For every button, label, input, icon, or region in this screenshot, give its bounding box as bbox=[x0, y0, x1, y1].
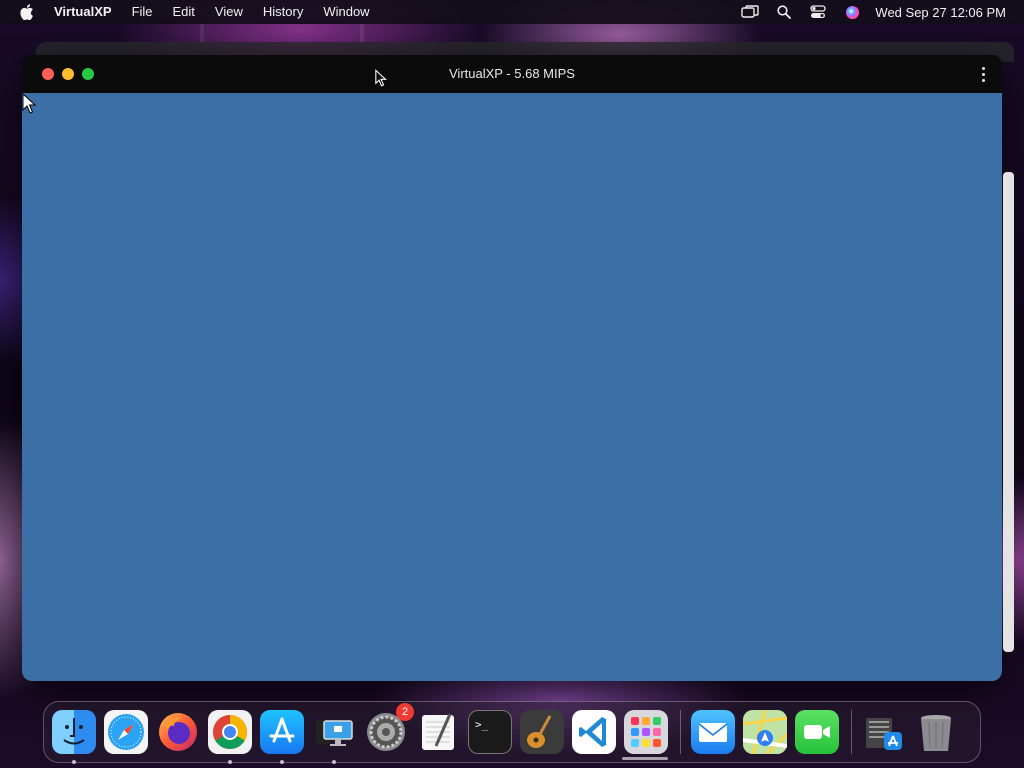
mail-icon[interactable] bbox=[691, 710, 735, 754]
window-title: VirtualXP - 5.68 MIPS bbox=[449, 66, 575, 81]
screen-mirroring-icon[interactable] bbox=[733, 0, 767, 24]
remote-desktop-icon[interactable] bbox=[312, 710, 356, 764]
finder-icon[interactable] bbox=[52, 710, 96, 764]
wallpaper-stripe bbox=[200, 24, 204, 42]
virtualxp-window: VirtualXP - 5.68 MIPS bbox=[22, 55, 1002, 681]
firefox-icon[interactable] bbox=[156, 710, 200, 754]
chrome-icon[interactable] bbox=[208, 710, 252, 764]
wallpaper-stripe bbox=[360, 24, 364, 42]
dock-separator bbox=[680, 710, 681, 754]
dock-scroll-indicator bbox=[622, 757, 668, 760]
launchpad-icon[interactable] bbox=[624, 710, 668, 754]
vscode-icon[interactable] bbox=[572, 710, 616, 754]
settings-badge: 2 bbox=[396, 703, 414, 721]
menu-file[interactable]: File bbox=[122, 0, 163, 24]
menu-view[interactable]: View bbox=[205, 0, 253, 24]
textedit-icon[interactable] bbox=[416, 710, 460, 754]
settings-gear-icon[interactable]: 2 bbox=[364, 703, 414, 754]
dock-separator bbox=[851, 710, 852, 754]
window-titlebar[interactable]: VirtualXP - 5.68 MIPS bbox=[22, 55, 1002, 93]
control-center-icon[interactable] bbox=[801, 0, 835, 24]
dock: 2 >_ bbox=[43, 701, 981, 764]
menu-edit[interactable]: Edit bbox=[163, 0, 205, 24]
menu-window[interactable]: Window bbox=[313, 0, 379, 24]
virtual-machine-screen[interactable] bbox=[22, 93, 1002, 681]
safari-icon[interactable] bbox=[104, 710, 148, 754]
menu-bar: VirtualXP File Edit View History Window … bbox=[0, 0, 1024, 24]
menu-history[interactable]: History bbox=[253, 0, 313, 24]
garageband-icon[interactable] bbox=[520, 710, 564, 754]
app-store-icon[interactable] bbox=[260, 710, 304, 764]
secondary-pointer-icon bbox=[375, 69, 387, 87]
apple-menu-icon[interactable] bbox=[0, 4, 54, 20]
window-scrollbar[interactable] bbox=[1003, 172, 1014, 652]
downloads-stack-icon[interactable] bbox=[862, 710, 906, 754]
mouse-pointer-icon bbox=[22, 93, 37, 114]
terminal-icon[interactable]: >_ bbox=[468, 710, 512, 754]
facetime-icon[interactable] bbox=[795, 710, 839, 754]
siri-icon[interactable] bbox=[835, 0, 869, 24]
spotlight-search-icon[interactable] bbox=[767, 0, 801, 24]
maps-icon[interactable] bbox=[742, 709, 789, 756]
app-menu[interactable]: VirtualXP bbox=[54, 0, 122, 24]
svg-text:>_: >_ bbox=[475, 718, 489, 731]
more-options-icon[interactable] bbox=[976, 64, 990, 84]
trash-icon[interactable] bbox=[914, 710, 958, 754]
menu-bar-clock[interactable]: Wed Sep 27 12:06 PM bbox=[869, 5, 1006, 20]
